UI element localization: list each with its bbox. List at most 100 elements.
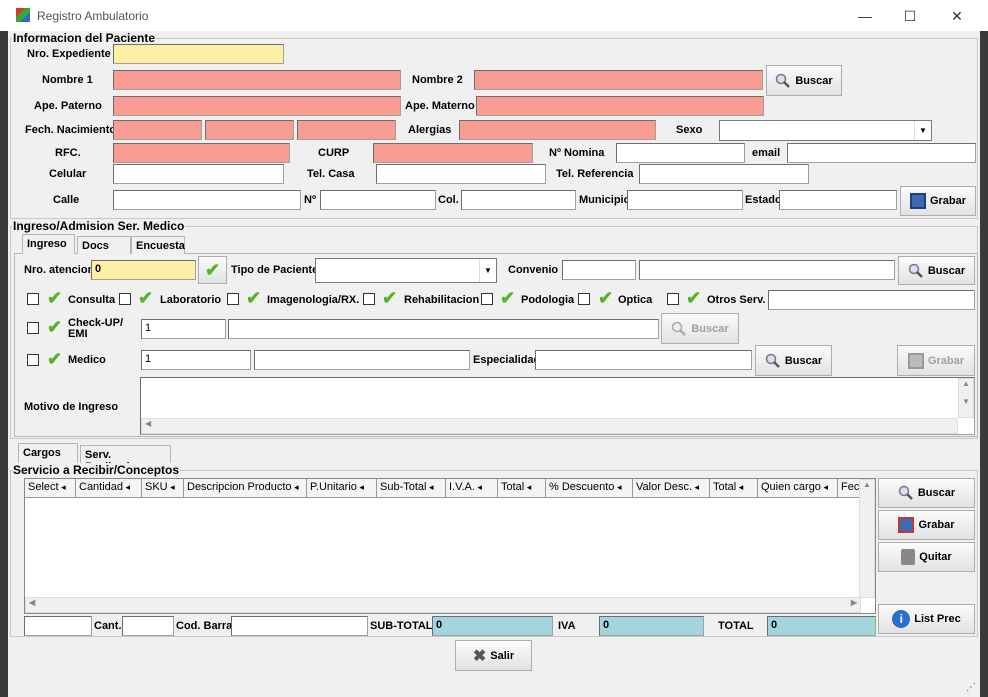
column-header[interactable]: Valor Desc. ◂ [633, 479, 710, 497]
column-header[interactable]: Sub-Total ◂ [377, 479, 446, 497]
cod-barra-input[interactable] [231, 616, 368, 636]
resize-grip[interactable]: ⋰ [966, 682, 976, 693]
celular-input[interactable] [113, 164, 284, 184]
column-header[interactable]: Total ◂ [498, 479, 546, 497]
numero-label: Nº [304, 194, 316, 206]
nombre1-input[interactable] [113, 70, 401, 90]
motivo-label: Motivo de Ingreso [24, 401, 119, 413]
fech-nac-month-input[interactable] [205, 120, 294, 140]
imagenologia-checkbox[interactable] [227, 293, 239, 305]
curp-input[interactable] [373, 143, 533, 163]
municipio-input[interactable] [627, 190, 743, 210]
buscar-label: Buscar [927, 264, 966, 277]
column-header[interactable]: P.Unitario ◂ [307, 479, 377, 497]
confirm-atencion-button[interactable]: ✔ [198, 256, 227, 284]
laboratorio-checkbox[interactable] [119, 293, 131, 305]
column-header[interactable]: Quien cargo ◂ [758, 479, 838, 497]
cargos-grid[interactable]: Select ◂ Cantidad ◂ SKU ◂ Descripcion Produ… [24, 478, 876, 614]
estado-input[interactable] [779, 190, 897, 210]
curp-label: CURP [318, 147, 350, 159]
minimize-button[interactable]: — [855, 6, 875, 26]
vertical-scrollbar[interactable]: ▲ [859, 479, 875, 598]
column-header[interactable]: I.V.A. ◂ [446, 479, 498, 497]
tab-serv-realizados[interactable]: Serv. Realizados [80, 445, 171, 473]
checkup-checkbox[interactable] [27, 322, 39, 334]
grabar-label: Grabar [927, 354, 965, 367]
close-button[interactable]: ✕ [947, 6, 967, 26]
horizontal-scrollbar[interactable]: ◀ [141, 418, 958, 434]
column-header[interactable]: % Descuento ◂ [546, 479, 633, 497]
quitar-cargo-button[interactable]: Quitar [878, 542, 975, 572]
ape-paterno-input[interactable] [113, 96, 401, 116]
column-header[interactable]: Cantidad ◂ [76, 479, 142, 497]
checkup-code-input[interactable]: 1 [141, 319, 226, 339]
vertical-scrollbar[interactable]: ▲ ▼ [958, 378, 974, 418]
column-header[interactable]: Fec [838, 479, 861, 497]
otros-label: Otros Serv. [707, 294, 766, 306]
buscar-convenio-button[interactable]: Buscar [898, 256, 975, 285]
column-header[interactable]: Select ◂ [25, 479, 76, 497]
colonia-label: Col. [438, 194, 459, 206]
chevron-down-icon: ▼ [479, 259, 496, 282]
ape-materno-input[interactable] [476, 96, 764, 116]
column-header[interactable]: SKU ◂ [142, 479, 184, 497]
grabar-ingreso-button[interactable]: Grabar [897, 345, 975, 376]
buscar-medico-button[interactable]: Buscar [755, 345, 832, 376]
cant-input[interactable] [122, 616, 174, 636]
horizontal-scrollbar[interactable]: ◀ ▶ [25, 597, 861, 613]
maximize-button[interactable]: ☐ [900, 6, 920, 26]
checkup-desc-input[interactable] [228, 319, 659, 339]
numero-input[interactable] [320, 190, 436, 210]
column-header-label: Sub-Total [380, 481, 427, 493]
consulta-checkbox[interactable] [27, 293, 39, 305]
calle-input[interactable] [113, 190, 301, 210]
podologia-checkbox[interactable] [481, 293, 493, 305]
email-input[interactable] [787, 143, 976, 163]
motivo-textarea[interactable]: ▲ ▼ ◀ [140, 377, 975, 435]
colonia-input[interactable] [461, 190, 576, 210]
medico-checkbox[interactable] [27, 354, 39, 366]
salir-button[interactable]: ✖ Salir [455, 640, 532, 671]
optica-checkbox[interactable] [578, 293, 590, 305]
tipo-paciente-select[interactable]: ▼ [315, 258, 497, 283]
medico-name-input[interactable] [254, 350, 470, 370]
cant-label: Cant. [94, 620, 122, 632]
expediente-input[interactable] [113, 44, 284, 64]
cantidad-input[interactable] [24, 616, 92, 636]
list-prec-button[interactable]: i List Prec [878, 604, 975, 634]
tel-casa-label: Tel. Casa [307, 168, 355, 180]
column-header[interactable]: Descripcion Producto ◂ [184, 479, 307, 497]
column-header[interactable]: Total ◂ [710, 479, 758, 497]
medico-code-input[interactable]: 1 [141, 350, 251, 370]
fech-nac-day-input[interactable] [113, 120, 202, 140]
otros-serv-input[interactable] [768, 290, 975, 310]
nomina-input[interactable] [616, 143, 745, 163]
tab-cargos[interactable]: Cargos [18, 443, 78, 464]
convenio-code-input[interactable] [562, 260, 636, 280]
convenio-name-input[interactable] [639, 260, 895, 280]
sexo-select[interactable]: ▼ [719, 120, 932, 141]
alergias-input[interactable] [459, 120, 656, 140]
nro-atencion-input[interactable]: 0 [91, 260, 196, 280]
buscar-checkup-button[interactable]: Buscar [661, 313, 739, 344]
tel-casa-input[interactable] [376, 164, 546, 184]
column-header-label: I.V.A. [449, 481, 475, 493]
especialidad-label: Especialidad [473, 354, 541, 366]
tab-encuesta[interactable]: Encuesta [131, 236, 185, 254]
rehabilitacion-checkbox[interactable] [363, 293, 375, 305]
grabar-cargo-button[interactable]: Grabar [878, 510, 975, 540]
rfc-input[interactable] [113, 143, 290, 163]
optica-label: Optica [618, 294, 653, 306]
fech-nac-year-input[interactable] [297, 120, 396, 140]
otros-checkbox[interactable] [667, 293, 679, 305]
tab-docs[interactable]: Docs [77, 236, 131, 254]
buscar-cargo-button[interactable]: Buscar [878, 478, 975, 508]
especialidad-input[interactable] [535, 350, 752, 370]
nombre2-input[interactable] [474, 70, 763, 90]
tel-ref-input[interactable] [639, 164, 809, 184]
grabar-paciente-button[interactable]: Grabar [900, 186, 976, 216]
buscar-paciente-button[interactable]: Buscar [766, 65, 842, 96]
tab-ingreso[interactable]: Ingreso [22, 234, 75, 254]
nomina-label: Nº Nomina [549, 147, 605, 159]
nro-atencion-label: Nro. atencion [24, 264, 95, 276]
